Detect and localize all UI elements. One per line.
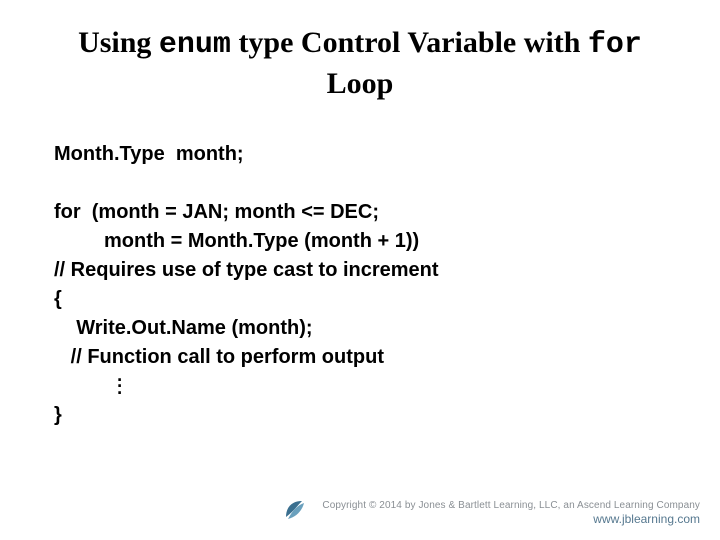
title-enum-keyword: enum [159, 28, 231, 62]
slide-title: Using enum type Control Variable with fo… [50, 24, 670, 102]
footer-url: www.jblearning.com [322, 512, 700, 526]
code-line-5: // Requires use of type cast to incremen… [54, 259, 439, 281]
title-for-keyword: for [588, 28, 642, 62]
footer-copyright: Copyright © 2014 by Jones & Bartlett Lea… [322, 500, 700, 511]
title-part-pre: Using [78, 26, 159, 59]
vertical-ellipsis-icon: ... [115, 372, 122, 391]
code-line-1: Month.Type month; [54, 143, 244, 165]
code-line-4: month = Month.Type (month + 1)) [54, 230, 419, 252]
title-part-post: Loop [327, 67, 394, 100]
code-line-6: { [54, 288, 62, 310]
footer: Copyright © 2014 by Jones & Bartlett Lea… [282, 497, 700, 528]
code-line-7: Write.Out.Name (month); [54, 317, 313, 339]
code-line-10: } [54, 404, 62, 426]
title-part-mid: type Control Variable with [231, 26, 588, 59]
code-line-8: // Function call to perform output [54, 346, 384, 368]
slide: Using enum type Control Variable with fo… [0, 0, 720, 540]
code-block: Month.Type month; for (month = JAN; mont… [54, 140, 666, 430]
code-line-9-prefix [54, 375, 115, 397]
code-line-3: for (month = JAN; month <= DEC; [54, 201, 379, 223]
jblearning-logo-icon [282, 497, 308, 528]
